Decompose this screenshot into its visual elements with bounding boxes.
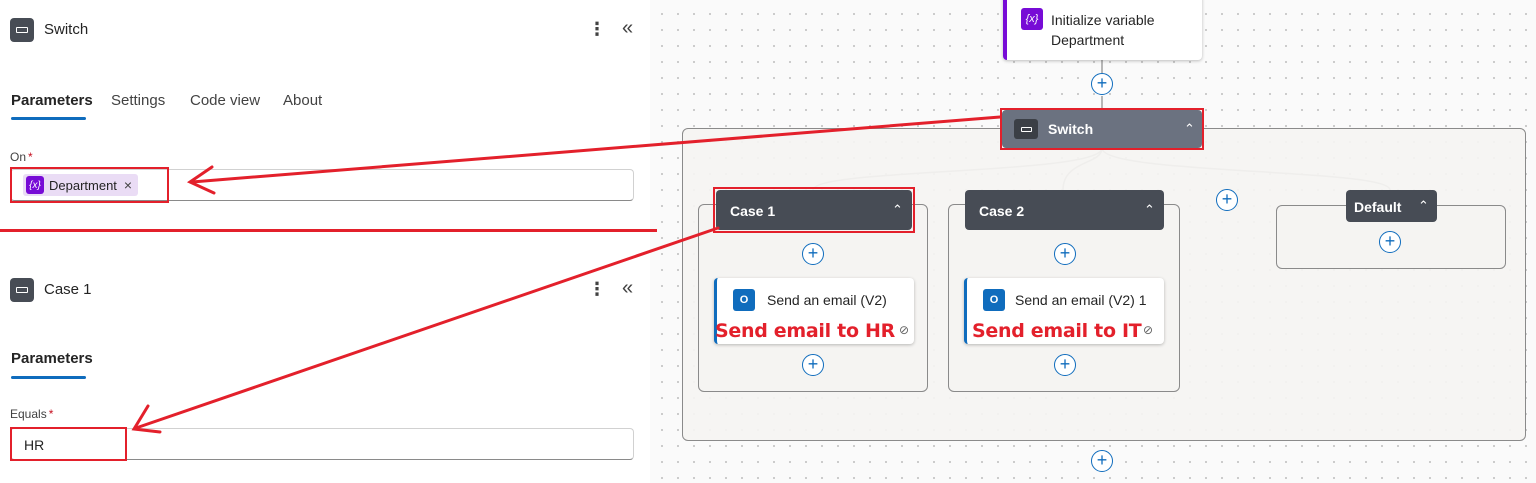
highlight-case-1-node [713,187,915,233]
equals-field-label: Equals * [10,407,53,421]
add-step-after-case-1-action-icon[interactable]: + [802,354,824,376]
collapse-panel-icon[interactable]: « [622,17,633,40]
annotation-divider-line [0,229,657,232]
required-mark: * [28,150,33,164]
case-2-label: Case 2 [979,203,1025,219]
switch-properties-panel: Switch ⋮ « Parameters Settings Code view… [0,0,650,212]
case-2-node[interactable]: Case 2 ⌃ [965,190,1164,230]
panel-title: Case 1 [44,281,92,298]
case-properties-panel: Case 1 ⋮ « Parameters Equals * HR [0,262,650,483]
chevron-up-icon[interactable]: ⌃ [1144,202,1155,218]
variable-icon: {x} [1021,8,1043,30]
add-step-case-2-icon[interactable]: + [1054,243,1076,265]
link-icon: ⊘ [899,323,910,337]
tab-about[interactable]: About [283,92,322,109]
outlook-icon: O [983,289,1005,311]
switch-icon [10,18,34,42]
tab-code-view[interactable]: Code view [190,92,260,109]
add-step-case-1-icon[interactable]: + [802,243,824,265]
active-tab-indicator [11,117,86,120]
flow-canvas[interactable]: {x} Initialize variable Department + Swi… [650,0,1536,483]
add-step-default-icon[interactable]: + [1379,231,1401,253]
case-2-send-email-card[interactable]: O Send an email (V2) 1 Send email to IT … [964,278,1164,344]
case-1-send-email-card[interactable]: O Send an email (V2) Send email to HR ⊘ [714,278,914,344]
highlight-equals-value [10,427,127,461]
chevron-up-icon[interactable]: ⌃ [1418,198,1429,214]
case-1-annotation: Send email to HR [715,320,895,342]
collapse-panel-icon[interactable]: « [622,277,633,300]
link-icon: ⊘ [1143,323,1154,337]
case-2-action-title: Send an email (V2) 1 [1015,292,1147,308]
case-icon [10,278,34,302]
outlook-icon: O [733,289,755,311]
default-label: Default [1354,199,1402,215]
required-mark: * [48,407,54,421]
equals-label-text: Equals [10,407,47,421]
on-label-text: On [10,150,27,164]
tab-settings[interactable]: Settings [111,92,165,109]
more-options-icon[interactable]: ⋮ [588,279,606,300]
panel-title: Switch [44,21,89,38]
default-node[interactable]: Default ⌃ [1346,190,1437,222]
highlight-switch-node [1000,108,1204,150]
add-step-after-case-2-action-icon[interactable]: + [1054,354,1076,376]
tab-parameters[interactable]: Parameters [11,350,93,367]
case-2-annotation: Send email to IT [972,320,1142,342]
initialize-variable-card[interactable]: {x} Initialize variable Department [1003,0,1202,60]
more-options-icon[interactable]: ⋮ [588,19,606,40]
case-1-action-title: Send an email (V2) [767,292,887,308]
add-step-after-switch-icon[interactable]: + [1091,450,1113,472]
init-variable-title-line2: Department [1051,32,1125,48]
init-variable-title-line1: Initialize variable [1051,12,1155,28]
tab-parameters[interactable]: Parameters [11,92,93,109]
active-tab-indicator [11,376,86,379]
add-case-icon[interactable]: + [1216,189,1238,211]
on-field-label: On * [10,150,33,164]
add-step-after-init-icon[interactable]: + [1091,73,1113,95]
highlight-on-token [10,167,169,203]
